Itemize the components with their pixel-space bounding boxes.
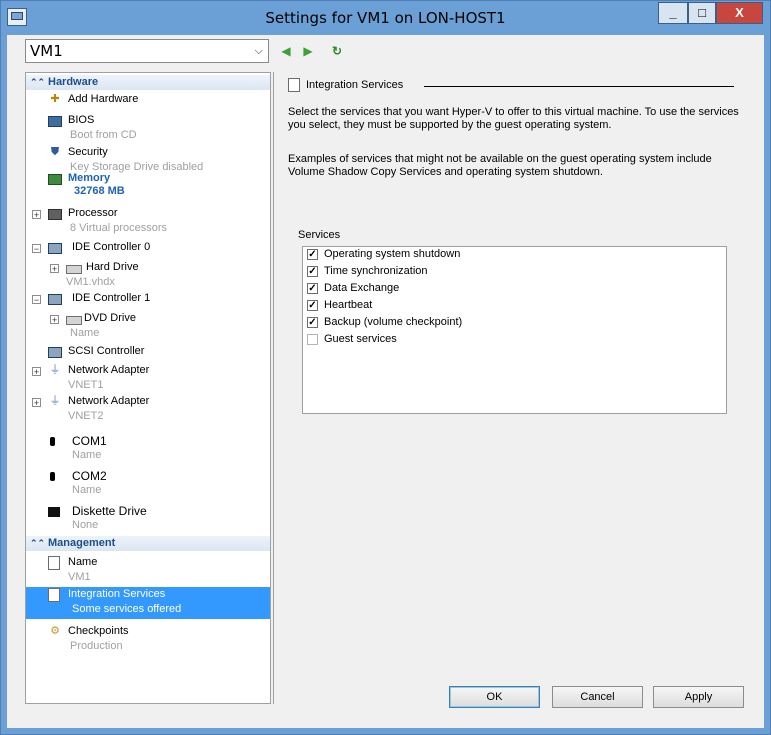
- ide-controller-icon: [48, 294, 62, 305]
- dvd-drive-icon: [66, 316, 82, 325]
- tree-item-diskette-drive[interactable]: Diskette Drive None: [26, 503, 270, 533]
- tree-item-network-adapter-2[interactable]: + ⏚ Network Adapter VNET2: [26, 394, 270, 424]
- service-checkbox[interactable]: ✓: [307, 317, 318, 328]
- tree-item-hard-drive[interactable]: + Hard Drive VM1.vhdx: [26, 260, 270, 290]
- tree-item-checkpoints[interactable]: ⚙ Checkpoints Production: [26, 624, 270, 654]
- maximize-button[interactable]: □: [688, 2, 716, 24]
- tree-item-network-adapter-1[interactable]: + ⏚ Network Adapter VNET1: [26, 363, 270, 393]
- dialog-client-area: VM1 ⌵ ◀ ▶ ↻ ⌃⌃ Hardware ✚ Add Hardware B…: [7, 35, 764, 728]
- tree-item-com2[interactable]: COM2 Name: [26, 468, 270, 498]
- expand-icon[interactable]: +: [32, 210, 41, 220]
- close-button[interactable]: X: [716, 2, 763, 24]
- hard-drive-icon: [66, 265, 82, 274]
- vm-selector-value: VM1: [30, 42, 63, 60]
- collapse-chevron-icon[interactable]: ⌃⌃: [30, 75, 45, 90]
- tree-item-processor[interactable]: + Processor 8 Virtual processors: [26, 206, 270, 236]
- network-adapter-icon: ⏚: [49, 395, 61, 407]
- integration-services-icon: [48, 588, 60, 602]
- settings-window: Settings for VM1 on LON-HOST1 _ □ X VM1 …: [0, 0, 771, 735]
- tree-item-bios[interactable]: BIOS Boot from CD: [26, 113, 270, 143]
- service-item[interactable]: ✓ Backup (volume checkpoint): [307, 315, 707, 331]
- details-panel: Integration Services Select the services…: [273, 72, 758, 704]
- back-arrow-icon[interactable]: ◀: [279, 44, 293, 58]
- service-item[interactable]: ✓ Time synchronization: [307, 264, 707, 280]
- diskette-drive-icon: [48, 507, 60, 517]
- expand-icon[interactable]: +: [50, 264, 59, 274]
- tree-item-memory[interactable]: Memory 32768 MB: [26, 171, 270, 201]
- minimize-button[interactable]: _: [658, 2, 688, 24]
- refresh-icon[interactable]: ↻: [330, 44, 344, 58]
- ok-button[interactable]: OK: [449, 686, 540, 708]
- vm-selector-dropdown[interactable]: VM1 ⌵: [25, 39, 269, 63]
- cancel-button[interactable]: Cancel: [552, 686, 643, 708]
- scsi-controller-icon: [48, 347, 62, 358]
- collapse-icon[interactable]: −: [32, 244, 41, 254]
- service-checkbox[interactable]: ✓: [307, 266, 318, 277]
- collapse-icon[interactable]: −: [32, 295, 41, 305]
- examples-text: Examples of services that might not be a…: [288, 153, 712, 178]
- group-title: Integration Services: [306, 79, 410, 91]
- apply-button[interactable]: Apply: [653, 686, 744, 708]
- services-label: Services: [298, 229, 341, 241]
- settings-tree[interactable]: ⌃⌃ Hardware ✚ Add Hardware BIOS Boot fro…: [25, 72, 271, 704]
- window-title: Settings for VM1 on LON-HOST1: [265, 9, 506, 27]
- services-list[interactable]: ✓ Operating system shutdown ✓ Time synch…: [302, 246, 727, 414]
- title-bar[interactable]: Settings for VM1 on LON-HOST1 _ □ X: [1, 1, 770, 35]
- integration-services-icon: [288, 78, 300, 92]
- expand-icon[interactable]: +: [50, 315, 59, 325]
- service-checkbox[interactable]: ✓: [307, 300, 318, 311]
- service-item[interactable]: ✓ Operating system shutdown: [307, 247, 707, 263]
- description-text: Select the services that you want Hyper-…: [288, 106, 739, 131]
- service-checkbox[interactable]: [307, 334, 318, 345]
- expand-icon[interactable]: +: [32, 367, 41, 377]
- name-icon: [48, 556, 60, 570]
- processor-icon: [48, 209, 62, 220]
- group-divider: [424, 86, 734, 87]
- tree-item-dvd-drive[interactable]: + DVD Drive Name: [26, 311, 270, 341]
- service-item[interactable]: ✓ Heartbeat: [307, 298, 707, 314]
- chevron-down-icon: ⌵: [254, 44, 263, 57]
- tree-item-name[interactable]: Name VM1: [26, 555, 270, 585]
- tree-item-integration-services[interactable]: Integration Services Some services offer…: [26, 587, 270, 619]
- service-item[interactable]: ✓ Data Exchange: [307, 281, 707, 297]
- collapse-chevron-icon[interactable]: ⌃⌃: [30, 536, 45, 551]
- service-checkbox[interactable]: ✓: [307, 249, 318, 260]
- add-hardware-icon: ✚: [50, 93, 60, 105]
- tree-item-com1[interactable]: COM1 Name: [26, 433, 270, 463]
- memory-icon: [48, 174, 62, 185]
- service-checkbox[interactable]: ✓: [307, 283, 318, 294]
- forward-arrow-icon[interactable]: ▶: [301, 44, 315, 58]
- security-icon: ⛊: [50, 146, 60, 158]
- com-port-icon: [50, 472, 55, 481]
- bios-icon: [48, 116, 62, 127]
- checkpoints-icon: ⚙: [50, 625, 60, 637]
- ide-controller-icon: [48, 243, 62, 254]
- service-item[interactable]: Guest services: [307, 332, 707, 348]
- network-adapter-icon: ⏚: [49, 364, 61, 376]
- com-port-icon: [50, 437, 55, 446]
- expand-icon[interactable]: +: [32, 398, 41, 408]
- section-header-management[interactable]: ⌃⌃ Management: [26, 536, 270, 551]
- section-header-hardware[interactable]: ⌃⌃ Hardware: [26, 75, 270, 90]
